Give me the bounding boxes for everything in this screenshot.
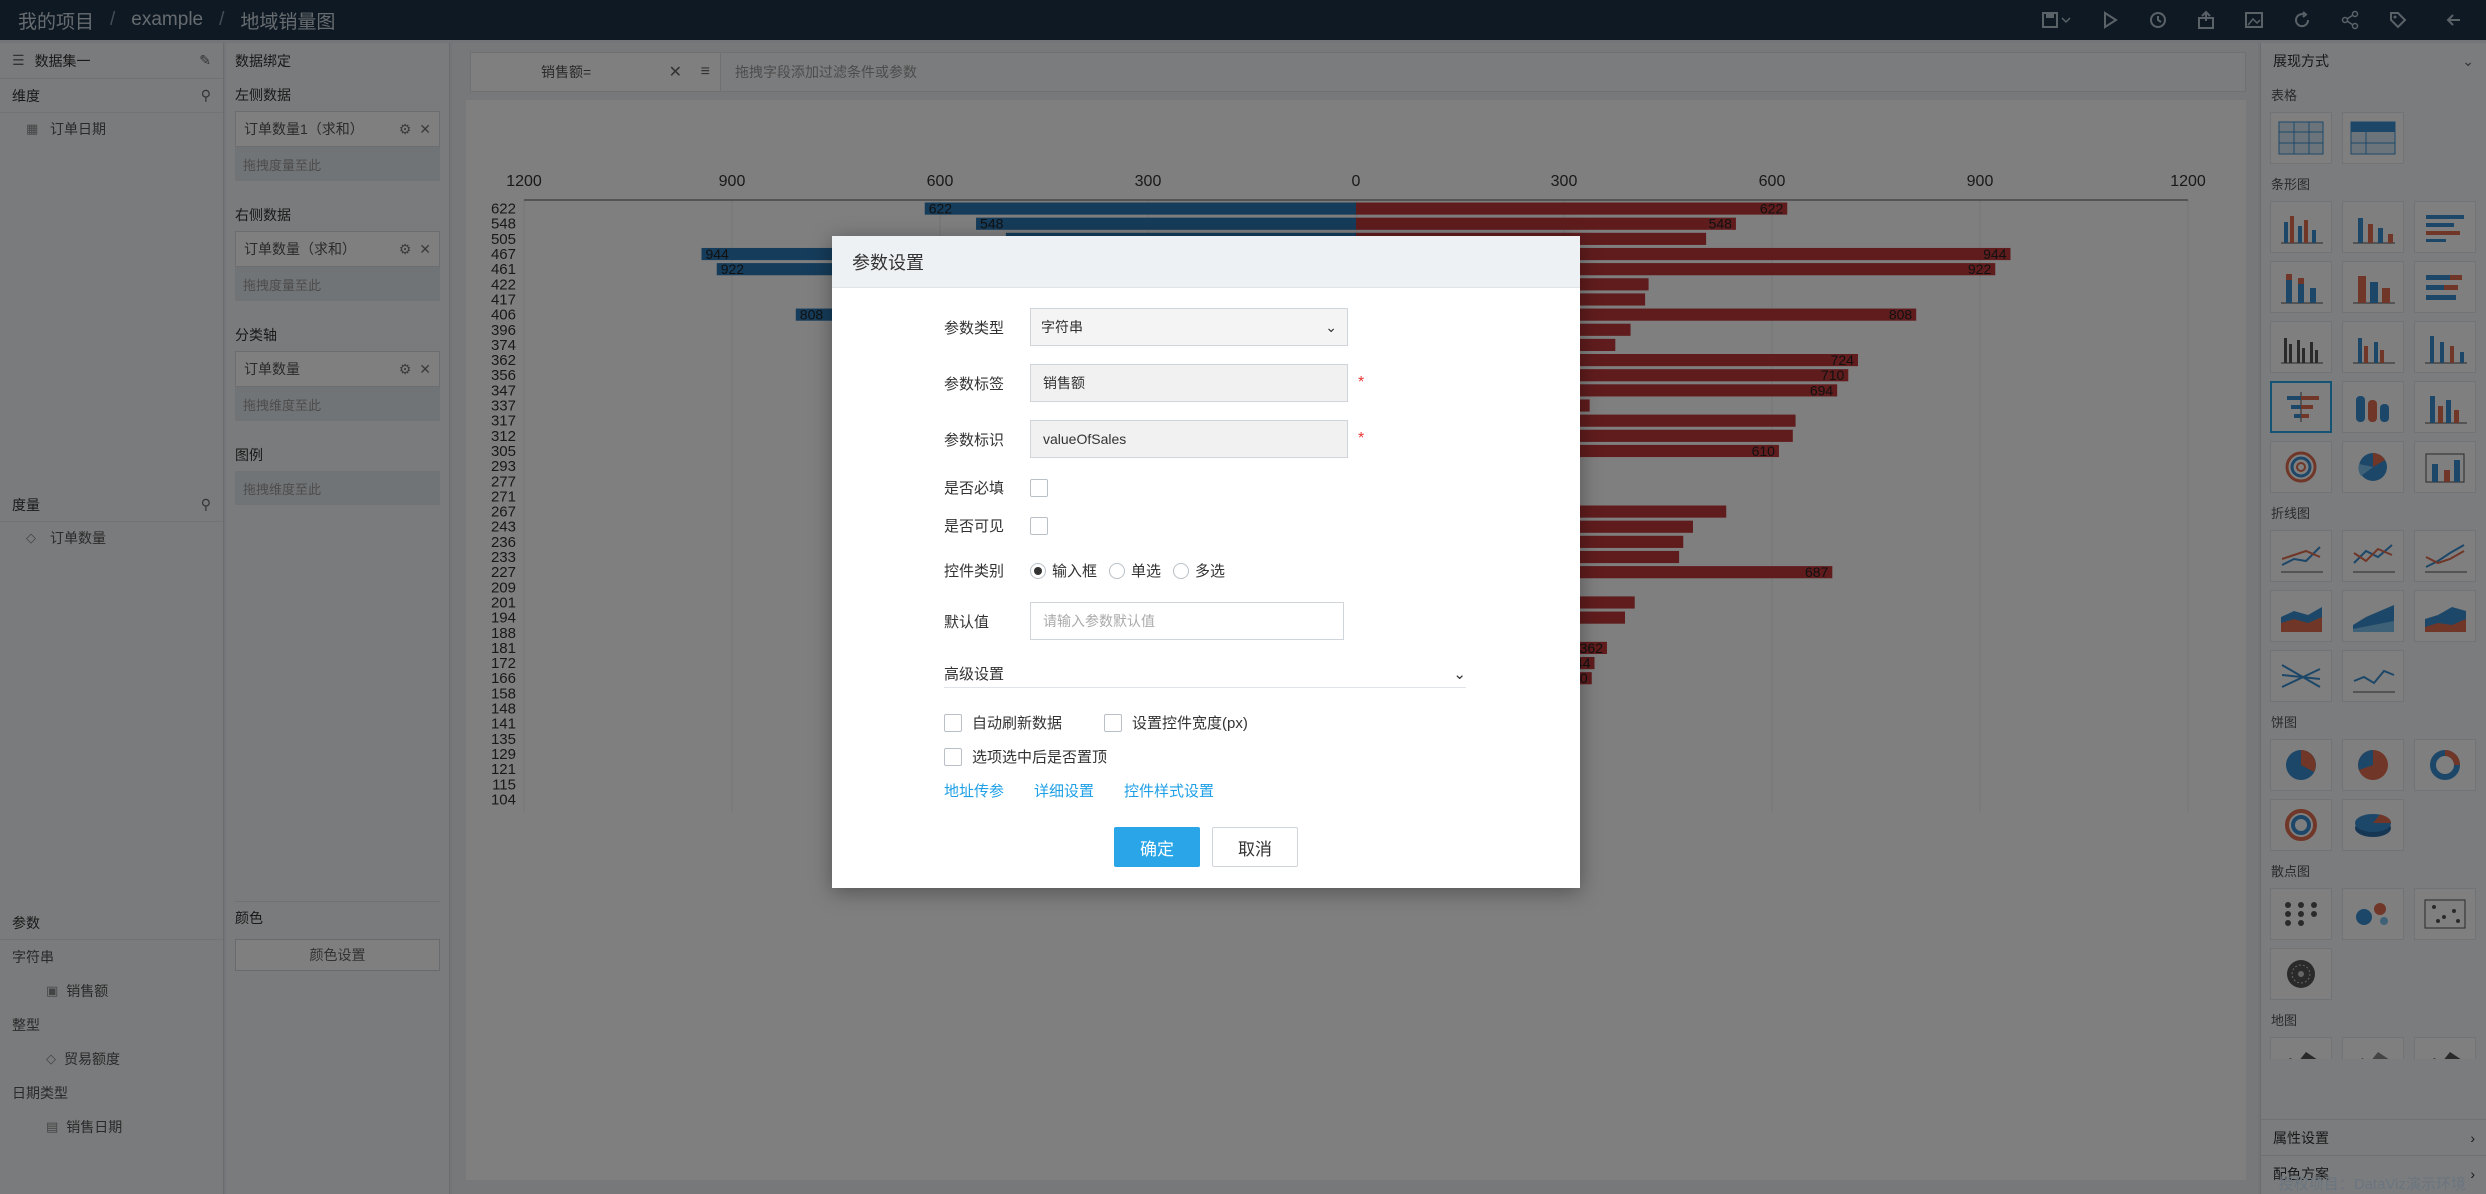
chevron-down-icon: ⌄ <box>1453 665 1466 683</box>
param-id-input[interactable]: valueOfSales <box>1030 420 1348 458</box>
footer-note: 授权项目：DataViz演示环境 <box>2278 1176 2466 1193</box>
cancel-button[interactable]: 取消 <box>1212 827 1298 867</box>
auto-refresh-label: 自动刷新数据 <box>972 715 1063 732</box>
param-label-input[interactable]: 销售额 <box>1030 364 1348 402</box>
set-width-option[interactable]: 设置控件宽度(px) <box>1104 712 1248 733</box>
required-label: 是否必填 <box>944 480 1005 497</box>
detail-settings-link[interactable]: 详细设置 <box>1034 780 1094 801</box>
reset-after-select-label: 选项选中后是否置顶 <box>972 749 1108 766</box>
default-value-row: 默认值 请输入参数默认值 <box>944 602 1344 640</box>
param-type-label: 参数类型 <box>944 319 1005 337</box>
radio-single-label: 单选 <box>1131 563 1162 580</box>
chevron-down-icon: ⌄ <box>1325 318 1337 335</box>
param-settings-dialog: 参数设置 参数类型 字符串 ⌄ 参数标签 销售额 * 参数标识 valueOfS… <box>832 236 1580 888</box>
radio-multi-label: 多选 <box>1195 563 1226 580</box>
control-type-row: 控件类别 输入框 单选 多选 <box>944 560 1237 581</box>
set-width-label: 设置控件宽度(px) <box>1132 715 1248 732</box>
param-id-label: 参数标识 <box>944 431 1005 449</box>
control-type-label: 控件类别 <box>944 563 1005 580</box>
control-style-link[interactable]: 控件样式设置 <box>1124 780 1214 801</box>
radio-single[interactable] <box>1109 562 1126 579</box>
param-id-row: 参数标识 valueOfSales * <box>944 420 1364 458</box>
auto-refresh-option[interactable]: 自动刷新数据 <box>944 712 1062 733</box>
confirm-button[interactable]: 确定 <box>1114 827 1200 867</box>
required-mark: * <box>1358 430 1365 447</box>
reset-after-select-option[interactable]: 选项选中后是否置顶 <box>944 746 1107 767</box>
param-label-row: 参数标签 销售额 * <box>944 364 1364 402</box>
default-value-input[interactable]: 请输入参数默认值 <box>1030 602 1344 640</box>
advanced-settings-toggle[interactable]: 高级设置 ⌄ <box>944 660 1466 688</box>
required-row: 是否必填 <box>944 477 1048 498</box>
dialog-title: 参数设置 <box>832 236 1580 288</box>
advanced-settings-label: 高级设置 <box>944 666 1005 683</box>
required-checkbox[interactable] <box>1030 478 1048 497</box>
set-width-checkbox[interactable] <box>1104 713 1122 732</box>
default-value-label: 默认值 <box>944 613 990 631</box>
radio-multi[interactable] <box>1173 562 1190 579</box>
radio-input-label: 输入框 <box>1052 563 1098 580</box>
param-label-label: 参数标签 <box>944 375 1005 393</box>
auto-refresh-checkbox[interactable] <box>944 713 962 732</box>
radio-input[interactable] <box>1030 562 1046 579</box>
required-mark: * <box>1358 374 1365 391</box>
visible-checkbox[interactable] <box>1030 516 1048 535</box>
visible-row: 是否可见 <box>944 515 1048 536</box>
visible-label: 是否可见 <box>944 518 1005 535</box>
url-param-link[interactable]: 地址传参 <box>944 780 1004 801</box>
param-type-select[interactable]: 字符串 ⌄ <box>1030 308 1348 346</box>
reset-after-select-checkbox[interactable] <box>944 747 962 766</box>
param-type-value: 字符串 <box>1041 319 1083 335</box>
param-type-row: 参数类型 字符串 ⌄ <box>944 308 1348 346</box>
